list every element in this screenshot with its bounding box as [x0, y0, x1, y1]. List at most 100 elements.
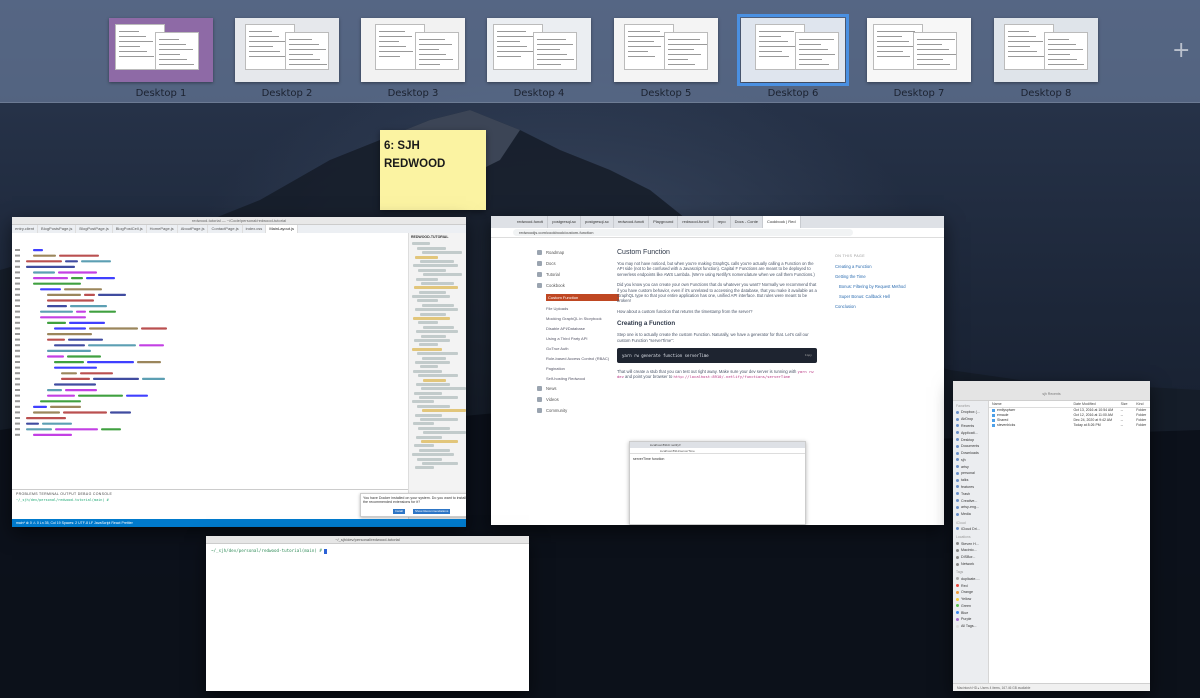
sidebar-item[interactable]: Desktop [953, 436, 988, 443]
browser-tab[interactable]: redwood-functi [513, 216, 549, 228]
editor-tab[interactable]: AboutPage.js [178, 225, 209, 233]
table-row[interactable]: stevenhicks Today at 8:26 PM -- Folder [989, 423, 1150, 428]
explorer-item[interactable] [419, 448, 450, 452]
column-header[interactable]: Kind [1136, 401, 1150, 407]
sidebar-item[interactable]: Creative... [953, 497, 988, 504]
explorer-item[interactable] [414, 444, 434, 448]
nav-item[interactable]: Cookbook [537, 283, 619, 288]
desktop-thumbnail[interactable]: Desktop 2 [235, 18, 339, 99]
sidebar-item[interactable]: personal [953, 470, 988, 477]
sidebar-item[interactable]: Macinto... [953, 547, 988, 554]
nav-item[interactable]: Roadmap [537, 250, 619, 255]
explorer-item[interactable] [412, 453, 454, 457]
toc-link[interactable]: Bonus: Filtering by Request Method [839, 284, 925, 289]
editor-tab[interactable]: entry.client [12, 225, 39, 233]
browser-tab[interactable]: redwood-functi [614, 216, 650, 228]
explorer-item[interactable] [418, 321, 438, 325]
panel-tabs[interactable]: PROBLEMS TERMINAL OUTPUT DEBUG CONSOLE [12, 490, 408, 498]
editor-tab[interactable]: ContactPage.js [208, 225, 243, 233]
chrome-window[interactable]: redwood-functi postgresql-sc postgresql-sc… [491, 216, 944, 525]
install-button[interactable]: Install [393, 509, 405, 514]
explorer-item[interactable] [414, 338, 450, 342]
sidebar-item[interactable]: Purple [953, 616, 988, 623]
explorer-item[interactable] [418, 426, 450, 430]
desktop-thumbnail[interactable]: Desktop 4 [487, 18, 591, 99]
explorer-item[interactable] [422, 303, 454, 307]
sidebar-item[interactable]: Blue [953, 609, 988, 616]
explorer-item[interactable] [412, 400, 434, 404]
sidebar-item[interactable]: features [953, 484, 988, 491]
explorer-item[interactable] [423, 378, 446, 382]
sidebar-item[interactable]: sjh [953, 456, 988, 463]
explorer-item[interactable] [412, 347, 442, 351]
file-explorer[interactable]: REDWOOD-TUTORIAL [408, 233, 466, 519]
desktop-thumbnail[interactable]: Desktop 8 [994, 18, 1098, 99]
sidebar-item[interactable]: Downloads [953, 450, 988, 457]
nav-subitem[interactable]: Mocking GraphQL in Storybook [546, 316, 619, 321]
nav-subitem[interactable]: Disable API/Database [546, 326, 619, 331]
explorer-item[interactable] [422, 409, 466, 413]
nav-subitem[interactable]: GoTrue Auth [546, 346, 619, 351]
explorer-item[interactable] [417, 404, 450, 408]
sidebar-item[interactable]: Trash [953, 490, 988, 497]
explorer-item[interactable] [412, 242, 430, 246]
explorer-item[interactable] [414, 391, 442, 395]
explorer-item[interactable] [422, 251, 462, 255]
nav-subitem[interactable]: Using a Third Party API [546, 336, 619, 341]
nav-subitem[interactable]: Custom Function [546, 294, 619, 301]
column-header[interactable]: Name [989, 401, 1073, 407]
explorer-item[interactable] [421, 334, 446, 338]
desktop-thumbnail[interactable]: Desktop 7 [867, 18, 971, 99]
terminal-line[interactable]: ~/_sjh/dev/personal/redwood-tutorial(mai… [206, 544, 529, 558]
show-recommendations-button[interactable]: Show Recommendations [413, 509, 451, 514]
explorer-item[interactable] [421, 387, 466, 391]
explorer-item[interactable] [415, 360, 450, 364]
finder-window[interactable]: sjh Recents Favorites Dropbox (... AirDrop… [953, 381, 1150, 691]
sidebar-item[interactable]: All Tags... [953, 623, 988, 630]
sidebar-item[interactable]: Network [953, 561, 988, 568]
browser-tab[interactable]: Docs - Conte [731, 216, 763, 228]
explorer-item[interactable] [421, 439, 458, 443]
editor-tab[interactable]: BlogPostPage.js [76, 225, 113, 233]
explorer-item[interactable] [421, 281, 454, 285]
nav-subitem[interactable]: File Uploads [546, 306, 619, 311]
editor-tab[interactable]: MainLayout.js [266, 225, 298, 233]
desktop-thumbnail[interactable]: Desktop 3 [361, 18, 465, 99]
toc-link[interactable]: Getting the Time [835, 274, 925, 279]
sticky-note[interactable]: 6: SJH REDWOOD [380, 130, 486, 210]
sidebar-item[interactable]: Documents [953, 443, 988, 450]
explorer-item[interactable] [417, 352, 458, 356]
explorer-item[interactable] [415, 466, 434, 470]
editor-tab[interactable]: BlogPostCell.js [113, 225, 147, 233]
explorer-item[interactable] [419, 396, 458, 400]
explorer-item[interactable] [416, 435, 442, 439]
toc-link[interactable]: Conclusion [835, 304, 925, 309]
nav-item[interactable]: Videos [537, 397, 619, 402]
explorer-item[interactable] [420, 312, 446, 316]
explorer-item[interactable] [419, 343, 438, 347]
sidebar-item[interactable]: artsy-eng... [953, 504, 988, 511]
address-bar[interactable]: redwoodjs.com/cookbook/custom-function [513, 229, 853, 236]
explorer-item[interactable] [413, 422, 434, 426]
sidebar-item[interactable]: DISBor... [953, 554, 988, 561]
nav-subitem[interactable]: Pagination [546, 366, 619, 371]
explorer-item[interactable] [413, 369, 442, 373]
column-header[interactable]: Size [1121, 401, 1137, 407]
explorer-item[interactable] [420, 365, 438, 369]
nav-item[interactable]: Community [537, 408, 619, 413]
vscode-window[interactable]: redwood-tutorial — ~/Code/personal/redwo… [12, 217, 466, 527]
sidebar-item[interactable]: Media [953, 511, 988, 518]
sidebar-item[interactable]: Orange [953, 589, 988, 596]
explorer-item[interactable] [418, 268, 446, 272]
desktop-thumbnail[interactable]: Desktop 1 [109, 18, 213, 99]
explorer-item[interactable] [414, 286, 458, 290]
sidebar-item[interactable]: talks [953, 477, 988, 484]
sidebar-item[interactable]: Yellow [953, 596, 988, 603]
sidebar-item[interactable]: artsy [953, 463, 988, 470]
browser-tab[interactable]: redwood-functi [678, 216, 714, 228]
explorer-item[interactable] [420, 418, 458, 422]
explorer-item[interactable] [416, 277, 438, 281]
explorer-item[interactable] [412, 295, 450, 299]
browser-tab[interactable]: postgresql-sc [548, 216, 582, 228]
explorer-item[interactable] [417, 457, 442, 461]
